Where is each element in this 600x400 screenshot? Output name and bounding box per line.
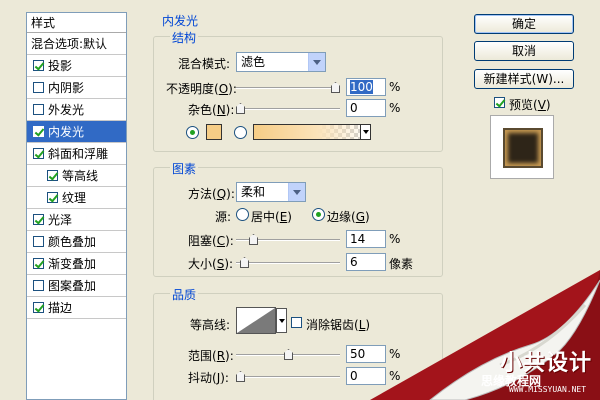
style-item-label: 外发光 [48,102,85,117]
style-item[interactable]: 纹理 [27,187,126,209]
choke-slider[interactable] [236,234,340,246]
style-item[interactable]: 内阴影 [27,77,126,99]
size-slider[interactable] [236,257,340,269]
styles-header[interactable]: 样式 [27,13,126,33]
style-item-checkbox[interactable] [33,126,44,137]
chevron-down-icon[interactable] [276,308,287,333]
new-style-button[interactable]: 新建样式(W)... [474,69,574,89]
size-label: 大小(S): [188,257,234,271]
style-item-checkbox[interactable] [47,192,58,203]
styles-list: 样式 混合选项:默认 投影内阴影外发光内发光斜面和浮雕等高线纹理光泽颜色叠加渐变… [26,12,127,400]
gradient-picker[interactable] [253,124,371,140]
blend-mode-select[interactable]: 滤色 [236,52,326,72]
range-label: 范围(R): [188,349,234,363]
style-item-label: 等高线 [62,168,99,183]
opacity-slider-thumb[interactable] [331,82,340,93]
inner-glow-title: 内发光 [160,12,201,29]
jitter-slider-thumb[interactable] [236,371,245,382]
style-item-checkbox[interactable] [33,236,44,247]
style-item-checkbox[interactable] [33,214,44,225]
elements-title: 图素 [170,160,199,177]
quality-title: 品质 [170,286,199,303]
chevron-down-icon[interactable] [360,125,370,139]
style-item[interactable]: 等高线 [27,165,126,187]
style-item-checkbox[interactable] [33,280,44,291]
size-slider-thumb[interactable] [240,257,249,268]
antialias-label[interactable]: 消除锯齿(L) [306,316,370,333]
opacity-label: 不透明度(O): [166,82,237,96]
style-item-label: 内发光 [48,124,85,139]
style-item-label: 颜色叠加 [48,234,97,249]
range-slider-thumb[interactable] [284,349,293,360]
antialias-checkbox[interactable] [291,317,302,328]
style-item[interactable]: 斜面和浮雕 [27,143,126,165]
style-item-checkbox[interactable] [33,302,44,313]
style-item-label: 图案叠加 [48,278,97,293]
solid-color-radio[interactable] [186,126,199,139]
glow-color-swatch[interactable] [206,124,222,140]
method-select[interactable]: 柔和 [236,182,306,202]
size-input[interactable]: 6 [346,253,386,271]
jitter-label: 抖动(J): [188,371,229,385]
opacity-slider[interactable] [236,82,340,94]
style-item-label: 内阴影 [48,80,85,95]
style-item[interactable]: 图案叠加 [27,275,126,297]
style-preview-thumbnail [490,115,554,179]
method-label: 方法(Q): [188,187,235,201]
style-item-label: 渐变叠加 [48,256,97,271]
contour-label: 等高线: [190,318,231,332]
noise-label: 杂色(N): [188,103,235,117]
method-value: 柔和 [241,185,266,199]
style-item-label: 描边 [48,300,73,315]
style-item-label: 光泽 [48,212,73,227]
opacity-input[interactable]: 100 [346,78,386,96]
style-item-checkbox[interactable] [47,170,58,181]
style-item[interactable]: 描边 [27,297,126,319]
style-item-label: 斜面和浮雕 [48,146,109,161]
range-slider[interactable] [236,349,340,361]
style-item[interactable]: 投影 [27,55,126,77]
ok-button[interactable]: 确定 [474,14,574,34]
blend-mode-value: 滤色 [241,55,266,69]
noise-input[interactable]: 0 [346,99,386,117]
choke-label: 阻塞(C): [188,234,234,248]
style-item-checkbox[interactable] [33,148,44,159]
jitter-slider[interactable] [236,371,340,383]
style-item-checkbox[interactable] [33,60,44,71]
source-center-radio[interactable] [236,208,249,221]
style-item[interactable]: 光泽 [27,209,126,231]
choke-unit: % [389,232,401,246]
chevron-down-icon[interactable] [308,53,325,71]
source-label: 源: [215,210,232,224]
style-item[interactable]: 内发光 [27,121,126,143]
style-item[interactable]: 外发光 [27,99,126,121]
choke-slider-thumb[interactable] [249,234,258,245]
source-edge-radio[interactable] [312,208,325,221]
noise-unit: % [389,101,401,115]
source-center-label[interactable]: 居中(E) [251,208,292,225]
preview-checkbox[interactable] [494,97,505,108]
gradient-radio[interactable] [234,126,247,139]
blend-mode-label: 混合模式: [178,57,231,71]
opacity-unit: % [389,80,401,94]
blend-options-item[interactable]: 混合选项:默认 [27,33,126,55]
noise-slider[interactable] [236,103,340,115]
style-item-checkbox[interactable] [33,82,44,93]
structure-title: 结构 [170,29,199,46]
contour-preview-icon [237,308,275,333]
noise-slider-thumb[interactable] [236,103,245,114]
style-item-label: 投影 [48,58,73,73]
style-item[interactable]: 颜色叠加 [27,231,126,253]
chevron-down-icon[interactable] [288,183,305,201]
style-item-checkbox[interactable] [33,258,44,269]
choke-input[interactable]: 14 [346,230,386,248]
cancel-button[interactable]: 取消 [474,41,574,61]
source-edge-label[interactable]: 边缘(G) [327,208,370,225]
contour-picker[interactable] [236,307,287,334]
watermark-url: WWW.MISSYUAN.NET [509,385,587,394]
style-item-label: 纹理 [62,190,87,205]
style-item-checkbox[interactable] [33,104,44,115]
style-item[interactable]: 渐变叠加 [27,253,126,275]
preview-label[interactable]: 预览(V) [509,96,551,113]
